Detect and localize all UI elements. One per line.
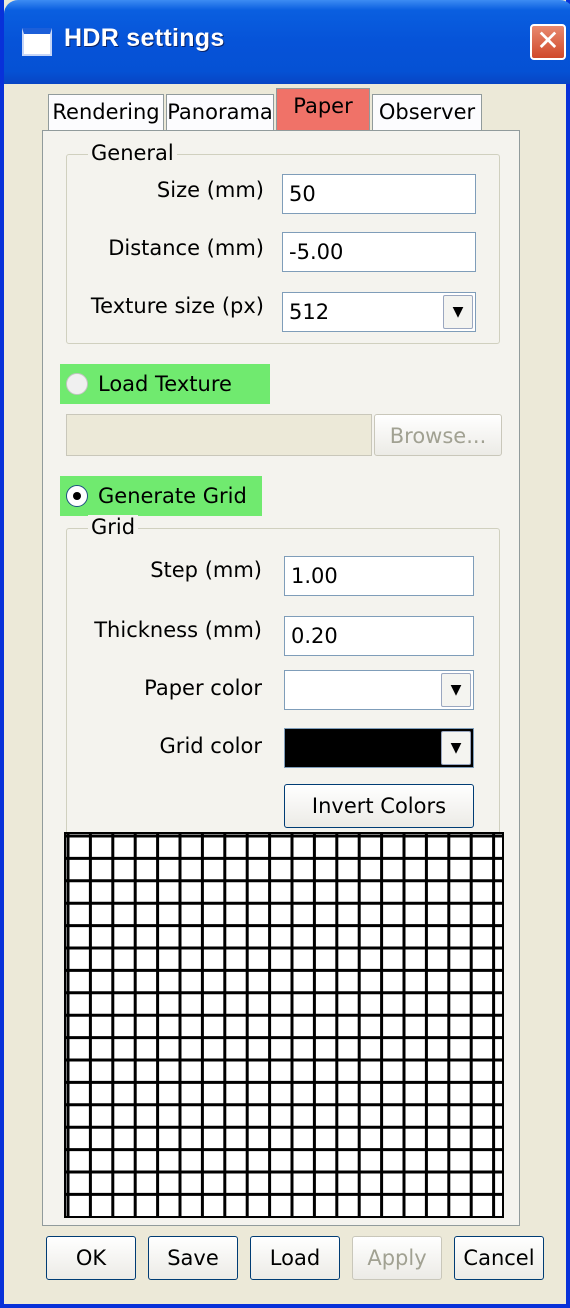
thickness-input[interactable]: 0.20: [284, 616, 474, 656]
chevron-down-icon[interactable]: ▼: [441, 731, 471, 765]
window-icon: [22, 28, 52, 56]
tab-rendering[interactable]: Rendering: [48, 94, 164, 130]
grid-color-select[interactable]: ▼: [284, 728, 474, 768]
thickness-label: Thickness (mm): [94, 618, 262, 642]
close-button[interactable]: ✕: [530, 24, 566, 60]
cancel-button[interactable]: Cancel: [454, 1236, 544, 1280]
texture-size-value: 512: [289, 300, 330, 324]
paper-color-label: Paper color: [144, 676, 262, 700]
generate-grid-label: Generate Grid: [98, 484, 247, 508]
chevron-down-icon[interactable]: ▼: [441, 673, 471, 707]
ok-button[interactable]: OK: [46, 1236, 136, 1280]
chevron-down-icon[interactable]: ▼: [443, 295, 473, 329]
radio-checked-icon: [66, 485, 88, 507]
general-group-label: General: [88, 141, 177, 165]
generate-grid-radio[interactable]: Generate Grid: [60, 476, 262, 516]
grid-preview-canvas: [66, 834, 502, 1216]
load-texture-label: Load Texture: [98, 372, 232, 396]
close-icon: ✕: [536, 24, 560, 57]
title-bar[interactable]: HDR settings ✕: [4, 0, 570, 84]
size-input[interactable]: 50: [282, 174, 476, 214]
invert-colors-button[interactable]: Invert Colors: [284, 784, 474, 828]
paper-color-select[interactable]: ▼: [284, 670, 474, 710]
tab-panorama[interactable]: Panorama: [166, 94, 274, 130]
load-button[interactable]: Load: [250, 1236, 340, 1280]
distance-label: Distance (mm): [108, 236, 264, 260]
tab-observer[interactable]: Observer: [372, 94, 482, 130]
apply-button[interactable]: Apply: [352, 1236, 442, 1280]
radio-unchecked-icon: [66, 373, 88, 395]
texture-size-label: Texture size (px): [90, 294, 264, 318]
tab-paper[interactable]: Paper: [276, 88, 370, 132]
hdr-settings-window: HDR settings ✕ Rendering Panorama Paper …: [0, 0, 570, 1308]
load-texture-radio[interactable]: Load Texture: [60, 364, 270, 404]
texture-path-input[interactable]: [66, 414, 372, 456]
window-title: HDR settings: [64, 24, 225, 52]
size-label: Size (mm): [156, 178, 264, 202]
distance-input[interactable]: -5.00: [282, 232, 476, 272]
browse-button[interactable]: Browse...: [374, 414, 502, 456]
step-input[interactable]: 1.00: [284, 556, 474, 596]
texture-size-select[interactable]: 512 ▼: [282, 292, 476, 332]
grid-group-label: Grid: [88, 515, 139, 539]
grid-preview: [64, 832, 504, 1218]
grid-color-label: Grid color: [159, 734, 262, 758]
save-button[interactable]: Save: [148, 1236, 238, 1280]
step-label: Step (mm): [150, 558, 262, 582]
